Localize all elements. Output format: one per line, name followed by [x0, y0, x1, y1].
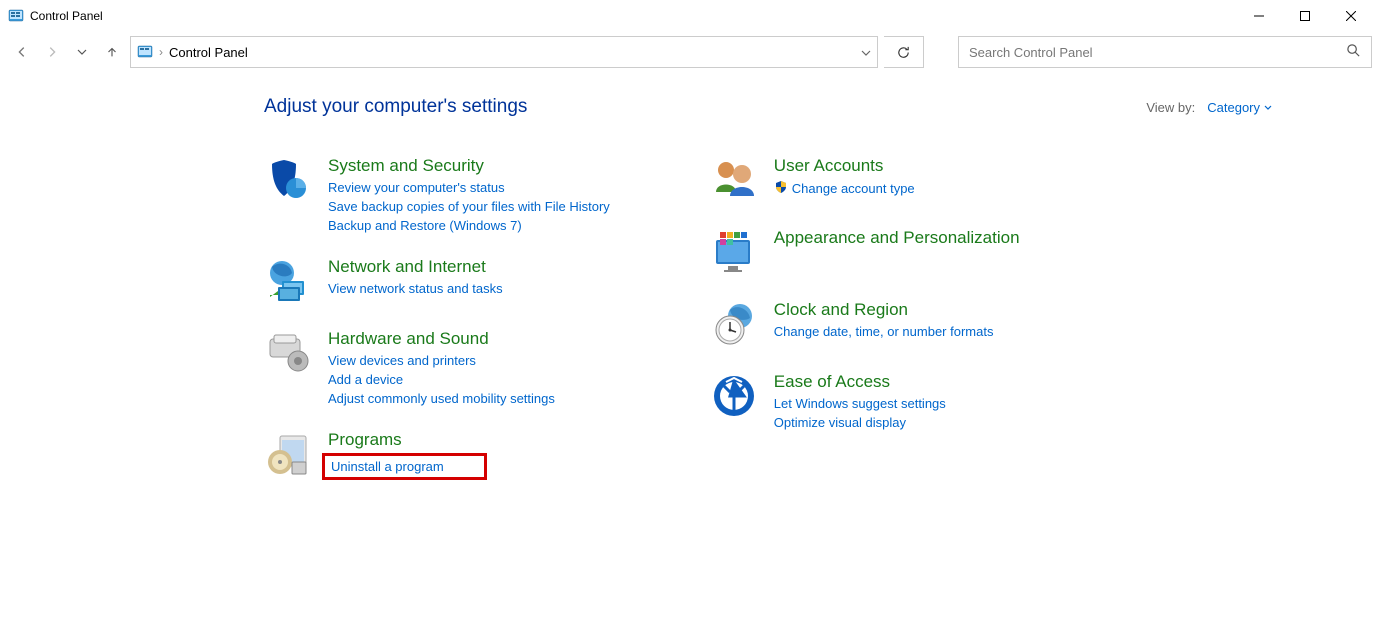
link-devices-printers[interactable]: View devices and printers [328, 353, 476, 368]
link-review-status[interactable]: Review your computer's status [328, 180, 505, 195]
back-button[interactable] [10, 40, 34, 64]
nav-toolbar: › Control Panel [0, 32, 1382, 72]
category-programs: Programs Uninstall a program [264, 430, 610, 480]
window-controls [1236, 1, 1374, 31]
window-title: Control Panel [30, 9, 103, 23]
category-ease-of-access: Ease of Access Let Windows suggest setti… [710, 372, 1020, 430]
user-accounts-icon [710, 156, 758, 204]
link-optimize-display[interactable]: Optimize visual display [774, 415, 906, 430]
programs-icon [264, 430, 312, 478]
category-title[interactable]: Clock and Region [774, 300, 994, 320]
view-by-value[interactable]: Category [1207, 100, 1272, 115]
link-network-status[interactable]: View network status and tasks [328, 281, 503, 296]
close-button[interactable] [1328, 1, 1374, 31]
titlebar: Control Panel [0, 0, 1382, 32]
shield-icon [774, 180, 788, 197]
appearance-icon [710, 228, 758, 276]
category-clock-region: Clock and Region Change date, time, or n… [710, 300, 1020, 348]
ease-of-access-icon [710, 372, 758, 420]
category-title[interactable]: Appearance and Personalization [774, 228, 1020, 248]
address-bar[interactable]: › Control Panel [130, 36, 878, 68]
forward-button[interactable] [40, 40, 64, 64]
category-network-internet: Network and Internet View network status… [264, 257, 610, 305]
recent-dropdown-button[interactable] [70, 40, 94, 64]
category-appearance-personalization: Appearance and Personalization [710, 228, 1020, 276]
page-title: Adjust your computer's settings [264, 96, 527, 118]
link-uninstall-program[interactable]: Uninstall a program [331, 459, 444, 474]
view-by-label: View by: [1146, 100, 1195, 115]
highlight-box: Uninstall a program [322, 453, 487, 480]
search-box[interactable] [958, 36, 1372, 68]
search-input[interactable] [969, 45, 1346, 60]
category-title[interactable]: Network and Internet [328, 257, 503, 277]
hardware-sound-icon [264, 329, 312, 377]
content-area: Adjust your computer's settings View by:… [0, 72, 1382, 480]
refresh-button[interactable] [884, 36, 924, 68]
category-hardware-sound: Hardware and Sound View devices and prin… [264, 329, 610, 406]
up-button[interactable] [100, 40, 124, 64]
link-file-history[interactable]: Save backup copies of your files with Fi… [328, 199, 610, 214]
minimize-button[interactable] [1236, 1, 1282, 31]
category-title[interactable]: Hardware and Sound [328, 329, 555, 349]
link-suggest-settings[interactable]: Let Windows suggest settings [774, 396, 946, 411]
clock-region-icon [710, 300, 758, 348]
heading-row: Adjust your computer's settings View by:… [264, 96, 1272, 118]
address-dropdown-icon[interactable] [861, 45, 871, 59]
link-mobility-settings[interactable]: Adjust commonly used mobility settings [328, 391, 555, 406]
chevron-down-icon [1264, 105, 1272, 110]
network-internet-icon [264, 257, 312, 305]
category-title[interactable]: User Accounts [774, 156, 915, 176]
category-column-right: User Accounts Change account type [710, 156, 1020, 480]
link-change-account-type[interactable]: Change account type [774, 180, 915, 197]
view-by-selector: View by: Category [1146, 100, 1272, 115]
category-column-left: System and Security Review your computer… [264, 156, 610, 480]
category-system-security: System and Security Review your computer… [264, 156, 610, 233]
category-title[interactable]: Programs [328, 430, 487, 450]
category-user-accounts: User Accounts Change account type [710, 156, 1020, 204]
system-security-icon [264, 156, 312, 204]
link-backup-restore[interactable]: Backup and Restore (Windows 7) [328, 218, 522, 233]
category-title[interactable]: System and Security [328, 156, 610, 176]
search-icon[interactable] [1346, 43, 1361, 61]
breadcrumb-separator: › [159, 45, 163, 59]
category-title[interactable]: Ease of Access [774, 372, 946, 392]
link-date-time-formats[interactable]: Change date, time, or number formats [774, 324, 994, 339]
link-add-device[interactable]: Add a device [328, 372, 403, 387]
control-panel-icon [137, 44, 153, 60]
maximize-button[interactable] [1282, 1, 1328, 31]
breadcrumb[interactable]: Control Panel [169, 45, 248, 60]
control-panel-icon [8, 8, 24, 24]
